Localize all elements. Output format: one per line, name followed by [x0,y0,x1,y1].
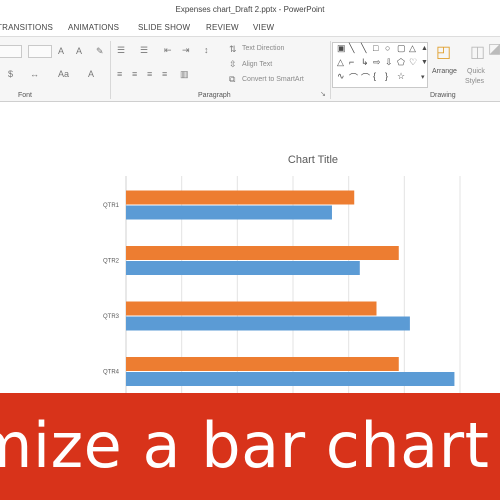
tab-transitions[interactable]: TRANSITIONS [0,23,53,32]
tab-view[interactable]: VIEW [253,23,274,32]
category-tick-label: QTR1 [103,203,120,209]
character-spacing-icon[interactable]: ↔ [30,69,39,79]
arrange-icon[interactable]: ◰ [436,42,451,62]
decrease-indent-icon[interactable]: ⇤ [164,45,172,56]
change-case-icon[interactable]: Aa [58,69,69,79]
align-text-button[interactable]: Align Text [242,61,272,68]
triangle-shape-icon[interactable]: △ [409,43,416,54]
heart-shape-icon[interactable]: ♡ [409,57,417,68]
brace-shape-icon[interactable]: { [373,71,376,81]
title-bar: Expenses chart_Draft 2.pptx - PowerPoint [0,0,500,22]
bar [126,301,377,316]
chart-title: Chart Title [288,154,338,166]
text-direction-icon[interactable]: ⇅ [229,44,237,55]
decrease-font-icon[interactable]: A [76,46,82,56]
freeform-shape-icon[interactable]: ∿ [337,71,345,82]
right-arrow-shape-icon[interactable]: ⇨ [373,57,381,68]
align-left-icon[interactable]: ≡ [117,69,122,79]
align-center-icon[interactable]: ≡ [132,69,137,79]
group-separator [330,41,331,99]
quick-styles-line2[interactable]: Styles [465,78,484,85]
video-title-banner: mize a bar chart [0,393,500,500]
increase-font-icon[interactable]: A [58,46,64,56]
curve-shape-icon[interactable]: ⌒ [349,71,358,84]
columns-icon[interactable]: ▥ [180,69,189,80]
ribbon-tabs: TRANSITIONS ANIMATIONS SLIDE SHOW REVIEW… [0,22,500,36]
justify-icon[interactable]: ≡ [162,69,167,79]
down-arrow-shape-icon[interactable]: ⇩ [385,57,393,68]
group-separator [110,41,111,99]
oval-shape-icon[interactable]: ○ [385,43,390,53]
align-right-icon[interactable]: ≡ [147,69,152,79]
font-color-icon[interactable]: A [88,69,94,79]
line-spacing-icon[interactable]: ↕ [204,45,209,55]
slide-canvas[interactable]: Chart Title QTR1 QTR2 QTR3 QTR4 [0,103,500,393]
curve-shape-icon[interactable]: ⌒ [361,71,370,84]
triangle-shape-icon[interactable]: △ [337,57,344,68]
gallery-more-icon[interactable]: ▾ [421,73,425,81]
rounded-rectangle-shape-icon[interactable]: ▢ [397,43,406,54]
bar-chart[interactable]: Chart Title QTR1 QTR2 QTR3 QTR4 [0,103,500,393]
bar [126,190,355,205]
bar [126,261,360,275]
pentagon-shape-icon[interactable]: ⬠ [397,57,405,68]
font-name-dropdown[interactable] [0,45,22,58]
strikethrough-icon[interactable]: $ [8,69,13,79]
star-shape-icon[interactable]: ☆ [397,71,405,82]
gallery-scroll-up-icon[interactable]: ▲ [421,45,428,52]
bar [126,316,410,331]
tab-animations[interactable]: ANIMATIONS [68,23,119,32]
gallery-scroll-down-icon[interactable]: ▼ [421,59,428,66]
bar [126,372,455,386]
brace-shape-icon[interactable]: } [385,71,388,81]
tab-slide-show[interactable]: SLIDE SHOW [138,23,190,32]
category-tick-label: QTR2 [103,259,120,265]
bar [126,357,399,371]
connector-shape-icon[interactable]: ⌐ [349,57,354,67]
group-label-drawing: Drawing [430,92,456,99]
group-label-font: Font [18,92,33,99]
shape-fill-icon[interactable]: ◪ [488,40,500,57]
line-shape-icon[interactable]: ╲ [349,43,354,54]
quick-styles-line1[interactable]: Quick [467,68,485,75]
window-title: Expenses chart_Draft 2.pptx - PowerPoint [175,5,325,14]
bar [126,205,332,220]
quick-styles-icon[interactable]: ◫ [470,42,485,62]
tab-review[interactable]: REVIEW [206,23,239,32]
line-shape-icon[interactable]: ╲ [361,43,366,54]
font-size-dropdown[interactable] [28,45,52,58]
paragraph-dialog-launcher-icon[interactable]: ↘ [320,90,326,98]
banner-text: mize a bar chart [0,409,490,482]
category-tick-label: QTR3 [103,314,120,320]
bullets-icon[interactable]: ☰ [117,45,125,56]
smartart-icon[interactable]: ⧉ [229,74,235,85]
increase-indent-icon[interactable]: ⇥ [182,45,190,56]
rectangle-shape-icon[interactable]: □ [373,43,378,53]
connector-shape-icon[interactable]: ↳ [361,57,369,68]
convert-smartart-button[interactable]: Convert to SmartArt [242,76,304,83]
clear-formatting-icon[interactable]: ✎ [96,46,104,57]
bar [126,246,399,260]
shapes-gallery[interactable]: ▣ ╲ ╲ □ ○ ▢ △ △ ⌐ ↳ ⇨ ⇩ ⬠ ♡ ∿ ⌒ ⌒ { } ☆ … [332,42,428,88]
numbering-icon[interactable]: ☰ [140,45,148,56]
text-box-shape-icon[interactable]: ▣ [337,43,346,54]
align-text-icon[interactable]: ⇳ [229,59,237,70]
text-direction-button[interactable]: Text Direction [242,45,284,52]
category-tick-label: QTR4 [103,370,120,376]
group-label-paragraph: Paragraph [198,92,231,99]
arrange-button[interactable]: Arrange [432,68,457,75]
